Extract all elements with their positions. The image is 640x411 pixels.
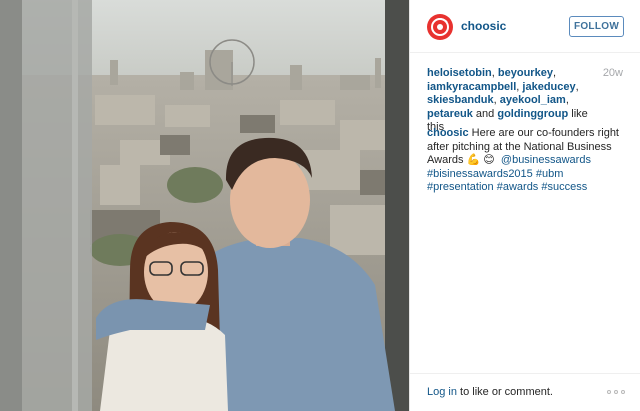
liker-link[interactable]: petareuk [427, 108, 473, 120]
caption-emoji: 💪 😊 [466, 154, 495, 166]
liker-link[interactable]: iamkyracampbell [427, 81, 516, 93]
username-link[interactable]: choosic [461, 19, 506, 33]
likes-connector: and [475, 107, 495, 120]
dot [621, 390, 625, 394]
post-photo[interactable] [0, 0, 409, 411]
liker-link[interactable]: ayekool_iam [500, 94, 566, 106]
login-suffix: to like or comment. [460, 386, 553, 398]
mention-link[interactable]: @businessawards [501, 154, 591, 166]
post-age[interactable]: 20w [603, 67, 623, 79]
hashtag-link[interactable]: #awards [497, 181, 539, 193]
caption-username-link[interactable]: choosic [427, 127, 469, 139]
likes-summary: heloisetobin, beyourkey, iamkyracampbell… [427, 67, 588, 133]
login-prompt: Log in to like or comment. [427, 386, 553, 398]
hashtag-link[interactable]: #bisinessawards2015 [427, 168, 533, 180]
dot [614, 390, 618, 394]
hashtag-link[interactable]: #presentation [427, 181, 494, 193]
more-options-icon[interactable] [607, 390, 625, 394]
liker-link[interactable]: beyourkey [498, 67, 553, 79]
hashtag-link[interactable]: #ubm [536, 168, 564, 180]
login-link[interactable]: Log in [427, 386, 457, 398]
photo-illustration [0, 0, 409, 411]
liker-link[interactable]: heloisetobin [427, 67, 492, 79]
liker-link[interactable]: goldinggroup [497, 108, 568, 120]
post-details-panel: choosic FOLLOW heloisetobin, beyourkey, … [409, 0, 640, 411]
liker-link[interactable]: skiesbanduk [427, 94, 494, 106]
post-caption: choosic Here are our co-founders right a… [427, 127, 627, 195]
dot [607, 390, 611, 394]
choosic-logo-icon[interactable] [427, 14, 453, 40]
liker-link[interactable]: jakeducey [522, 81, 575, 93]
follow-button[interactable]: FOLLOW [569, 16, 624, 37]
post-footer: Log in to like or comment. [410, 373, 640, 411]
post-header: choosic FOLLOW [410, 0, 640, 53]
hashtag-link[interactable]: #success [541, 181, 587, 193]
